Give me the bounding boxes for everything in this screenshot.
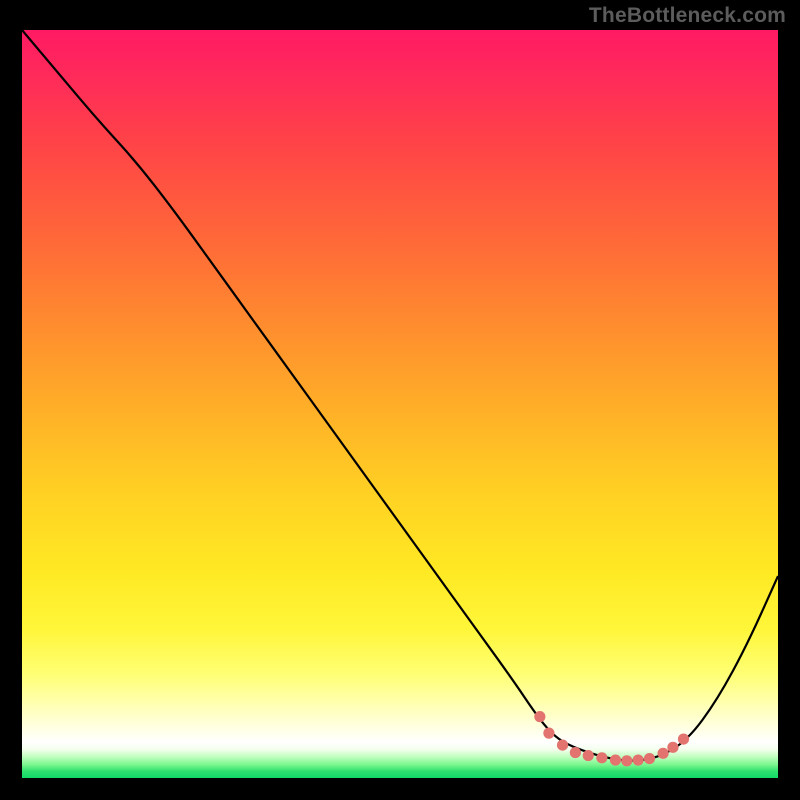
valley-dot <box>610 754 621 765</box>
valley-dot <box>534 711 545 722</box>
chart-stage: TheBottleneck.com <box>0 0 800 800</box>
valley-dot <box>657 748 668 759</box>
plot-area <box>22 30 778 778</box>
valley-dot <box>621 755 632 766</box>
valley-dot <box>543 728 554 739</box>
valley-dot <box>570 747 581 758</box>
valley-dot <box>644 753 655 764</box>
valley-dot <box>667 742 678 753</box>
valley-dot <box>583 750 594 761</box>
watermark-text: TheBottleneck.com <box>589 4 786 28</box>
valley-dot <box>633 754 644 765</box>
valley-dot <box>596 752 607 763</box>
valley-dot <box>557 739 568 750</box>
curve-layer <box>22 30 778 778</box>
valley-dot <box>678 734 689 745</box>
bottleneck-curve <box>22 30 778 761</box>
